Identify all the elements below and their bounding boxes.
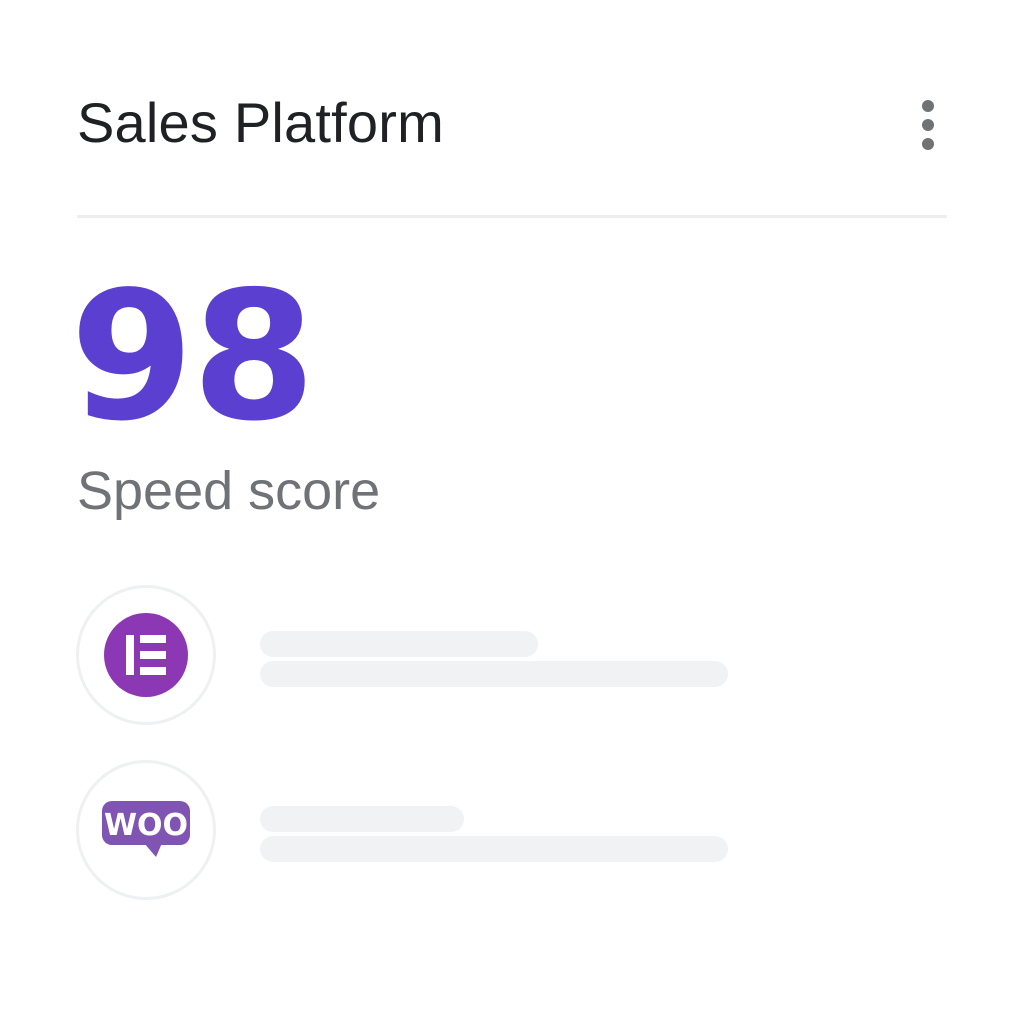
skeleton-line-subtitle [260, 836, 728, 862]
skeleton-line-title [260, 806, 464, 832]
skeleton-line-title [260, 631, 538, 657]
elementor-logo-icon [104, 613, 188, 697]
integration-row-woocommerce[interactable]: WOO [76, 760, 946, 906]
more-vertical-icon-dot [922, 119, 934, 131]
more-vertical-icon-dot [922, 138, 934, 150]
card-title: Sales Platform [77, 91, 444, 154]
more-options-button[interactable] [906, 92, 950, 158]
more-vertical-icon [922, 100, 934, 112]
elementor-logo-container [76, 585, 216, 725]
integration-row-elementor[interactable] [76, 585, 946, 731]
skeleton-line-subtitle [260, 661, 728, 687]
woocommerce-logo-icon: WOO [102, 801, 190, 857]
header-divider [77, 215, 947, 218]
woo-logo-text: WOO [104, 808, 188, 843]
site-card: Sales Platform 98 Speed score WOO [0, 0, 1024, 1024]
speed-score-label: Speed score [77, 461, 381, 521]
speed-score-value: 98 [70, 253, 316, 460]
woocommerce-logo-container: WOO [76, 760, 216, 900]
